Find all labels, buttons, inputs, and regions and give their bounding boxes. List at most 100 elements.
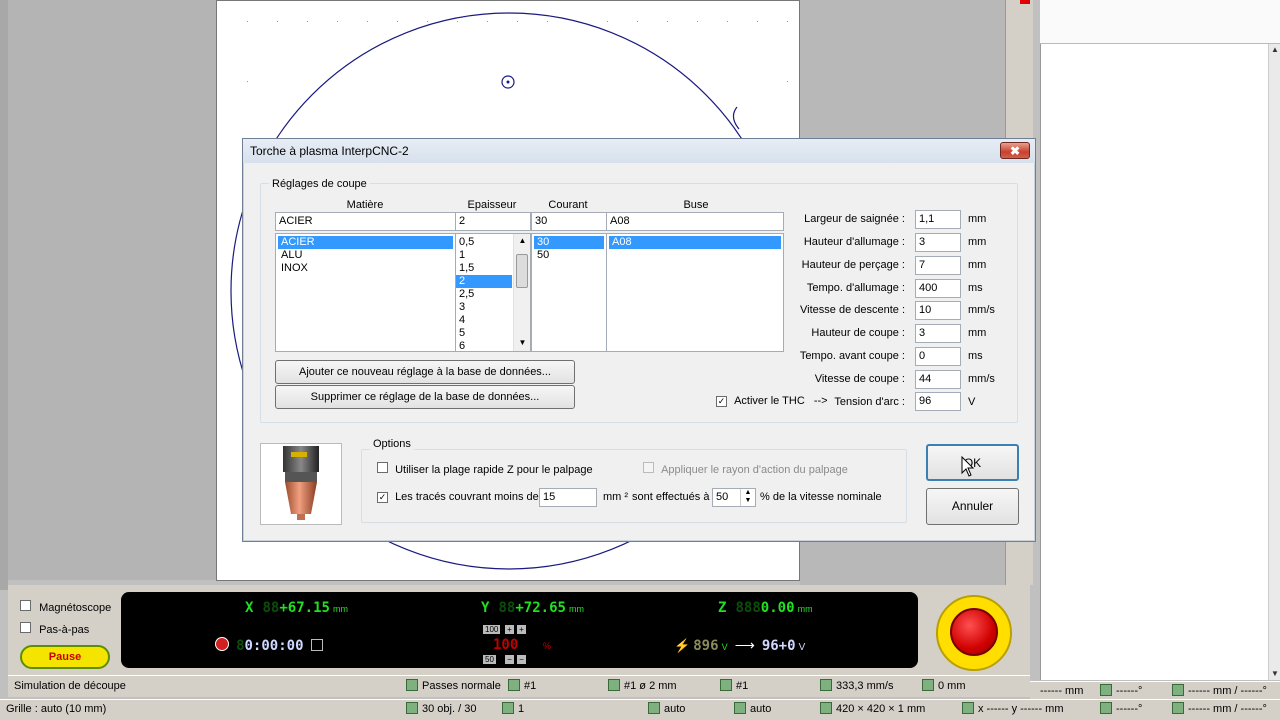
scroll-thumb[interactable] <box>516 254 528 288</box>
feed-minus-button[interactable]: − <box>505 655 514 664</box>
status-objects-text: 30 obj. / 30 <box>422 703 477 715</box>
small-paths-option[interactable]: ✓ Les tracés couvrant moins de <box>377 491 539 503</box>
list-item[interactable]: 4 <box>456 314 512 327</box>
feed-plus2-button[interactable]: + <box>517 625 526 634</box>
arc-voltage-unit: V <box>968 396 976 408</box>
z-axis-label: Z <box>718 600 727 616</box>
delete-setting-button[interactable]: Supprimer ce réglage de la base de donné… <box>275 385 575 409</box>
dialog-titlebar[interactable]: Torche à plasma InterpCNC-2 ✖ <box>243 139 1035 163</box>
right-panel[interactable] <box>1040 0 1280 680</box>
fast-z-option[interactable]: Utiliser la plage rapide Z pour le palpa… <box>377 462 593 476</box>
ignition-delay-input[interactable]: 400 <box>915 279 961 298</box>
status-mode: Simulation de découpe <box>14 680 126 692</box>
tab-arc <box>732 106 740 130</box>
probe-radius-option: Appliquer le rayon d'action du palpage <box>643 462 848 476</box>
list-item[interactable]: 1,5 <box>456 262 512 275</box>
clock-icon <box>215 637 229 651</box>
plasma-torch-icon <box>283 446 319 520</box>
current-list[interactable]: 30 50 <box>531 233 607 352</box>
options-label: Options <box>370 438 414 450</box>
list-item[interactable]: INOX <box>278 262 453 275</box>
grid-icon <box>720 679 732 691</box>
list-item[interactable]: ACIER <box>278 236 453 249</box>
list-item[interactable]: 50 <box>534 249 604 262</box>
list-item[interactable]: 5 <box>456 327 512 340</box>
feed-minus2-button[interactable]: − <box>517 655 526 664</box>
status-auto-1: auto <box>648 701 685 717</box>
ignition-height-label: Hauteur d'allumage : <box>803 236 905 248</box>
x-axis-label: X <box>245 600 254 616</box>
material-input[interactable]: ACIER <box>275 212 456 231</box>
pre-cut-delay-label: Tempo. avant coupe : <box>799 350 905 362</box>
kerf-width-input[interactable]: 1,1 <box>915 210 961 229</box>
status-dist-angle-2: ------ mm / ------° <box>1172 701 1267 717</box>
list-item[interactable]: 2 <box>456 275 512 288</box>
measured-voltage-unit: V <box>721 642 728 652</box>
status-coords: x ------ y ------ mm <box>962 701 1064 717</box>
probe-radius-checkbox <box>643 462 654 473</box>
cancel-button[interactable]: Annuler <box>926 488 1019 525</box>
y-unit: mm <box>569 604 584 614</box>
status-offset-text: 0 mm <box>938 680 966 692</box>
material-list[interactable]: ACIER ALU INOX <box>275 233 456 352</box>
cut-speed-label: Vitesse de coupe : <box>814 373 905 385</box>
spin-up-icon[interactable]: ▲ <box>741 489 755 497</box>
target-voltage-unit: V <box>798 642 806 653</box>
fast-z-checkbox[interactable] <box>377 462 388 473</box>
thickness-input[interactable]: 2 <box>455 212 531 231</box>
arc-voltage-input[interactable]: 96 <box>915 392 961 411</box>
auto-1-icon <box>648 702 660 714</box>
list-item[interactable]: 2,5 <box>456 288 512 301</box>
scroll-down-icon[interactable]: ▼ <box>514 338 531 347</box>
cut-height-input[interactable]: 3 <box>915 324 961 343</box>
area-unit: mm ² <box>603 491 629 503</box>
magnetoscope-checkbox[interactable] <box>20 600 31 611</box>
y-dim-digits: 88 <box>498 600 516 616</box>
pre-cut-delay-input[interactable]: 0 <box>915 347 961 366</box>
step-option[interactable]: Pas-à-pas <box>20 622 89 636</box>
status-tool-text: #1 ø 2 mm <box>624 680 677 692</box>
ignition-height-input[interactable]: 3 <box>915 233 961 252</box>
list-item[interactable]: 0,5 <box>456 236 512 249</box>
list-item[interactable]: 3 <box>456 301 512 314</box>
elapsed-time: 0:00:00 <box>244 638 304 654</box>
kerf-width-unit: mm <box>968 213 987 225</box>
canvas-grid-dots <box>247 21 788 82</box>
thickness-list[interactable]: 0,5 1 1,5 2 2,5 3 4 5 6 ▲ ▼ <box>455 233 531 352</box>
list-item[interactable]: 1 <box>456 249 512 262</box>
step-checkbox[interactable] <box>20 622 31 633</box>
small-paths-area-input[interactable]: 15 <box>539 488 597 507</box>
kerf-width-label: Largeur de saignée : <box>804 213 905 225</box>
right-status-row: ------ mm ------° ------ mm / ------° <box>1030 681 1280 699</box>
pierce-height-input[interactable]: 7 <box>915 256 961 275</box>
list-item[interactable]: 6 <box>456 340 512 353</box>
scroll-up-icon[interactable]: ▲ <box>1269 44 1280 56</box>
list-item[interactable]: ALU <box>278 249 453 262</box>
options-group <box>361 449 907 523</box>
magnetoscope-option[interactable]: Magnétoscope <box>20 600 111 614</box>
add-setting-button[interactable]: Ajouter ce nouveau réglage à la base de … <box>275 360 575 384</box>
scroll-up-icon[interactable]: ▲ <box>514 236 531 245</box>
status-passes: Passes normale <box>406 678 501 694</box>
thickness-scrollbar[interactable]: ▲ ▼ <box>513 234 530 351</box>
speed-spinner[interactable]: ▲ ▼ <box>740 489 755 506</box>
feed-plus-button[interactable]: + <box>505 625 514 634</box>
current-input[interactable]: 30 <box>531 212 607 231</box>
z-readout: Z 8880.00 mm <box>718 600 813 616</box>
list-item[interactable]: 30 <box>534 236 604 249</box>
cut-speed-input[interactable]: 44 <box>915 370 961 389</box>
status-passes-text: Passes normale <box>422 680 501 692</box>
scroll-down-icon[interactable]: ▼ <box>1269 668 1280 680</box>
status-grid-num-text: #1 <box>736 680 749 692</box>
spin-down-icon[interactable]: ▼ <box>741 497 755 505</box>
dro-display: X 88+67.15 mm Y 88+72.65 mm Z 8880.00 mm… <box>121 592 918 668</box>
reset-time-icon[interactable] <box>310 639 323 651</box>
pause-button[interactable]: Pause <box>20 645 110 669</box>
time-readout: 80:00:00 <box>215 637 323 654</box>
emergency-stop-button[interactable] <box>950 608 998 656</box>
pierce-height-unit: mm <box>968 259 987 271</box>
small-paths-checkbox[interactable]: ✓ <box>377 492 388 503</box>
close-icon[interactable]: ✖ <box>1000 142 1030 159</box>
right-scrollbar[interactable]: ▲ ▼ <box>1268 44 1280 680</box>
descent-speed-input[interactable]: 10 <box>915 301 961 320</box>
